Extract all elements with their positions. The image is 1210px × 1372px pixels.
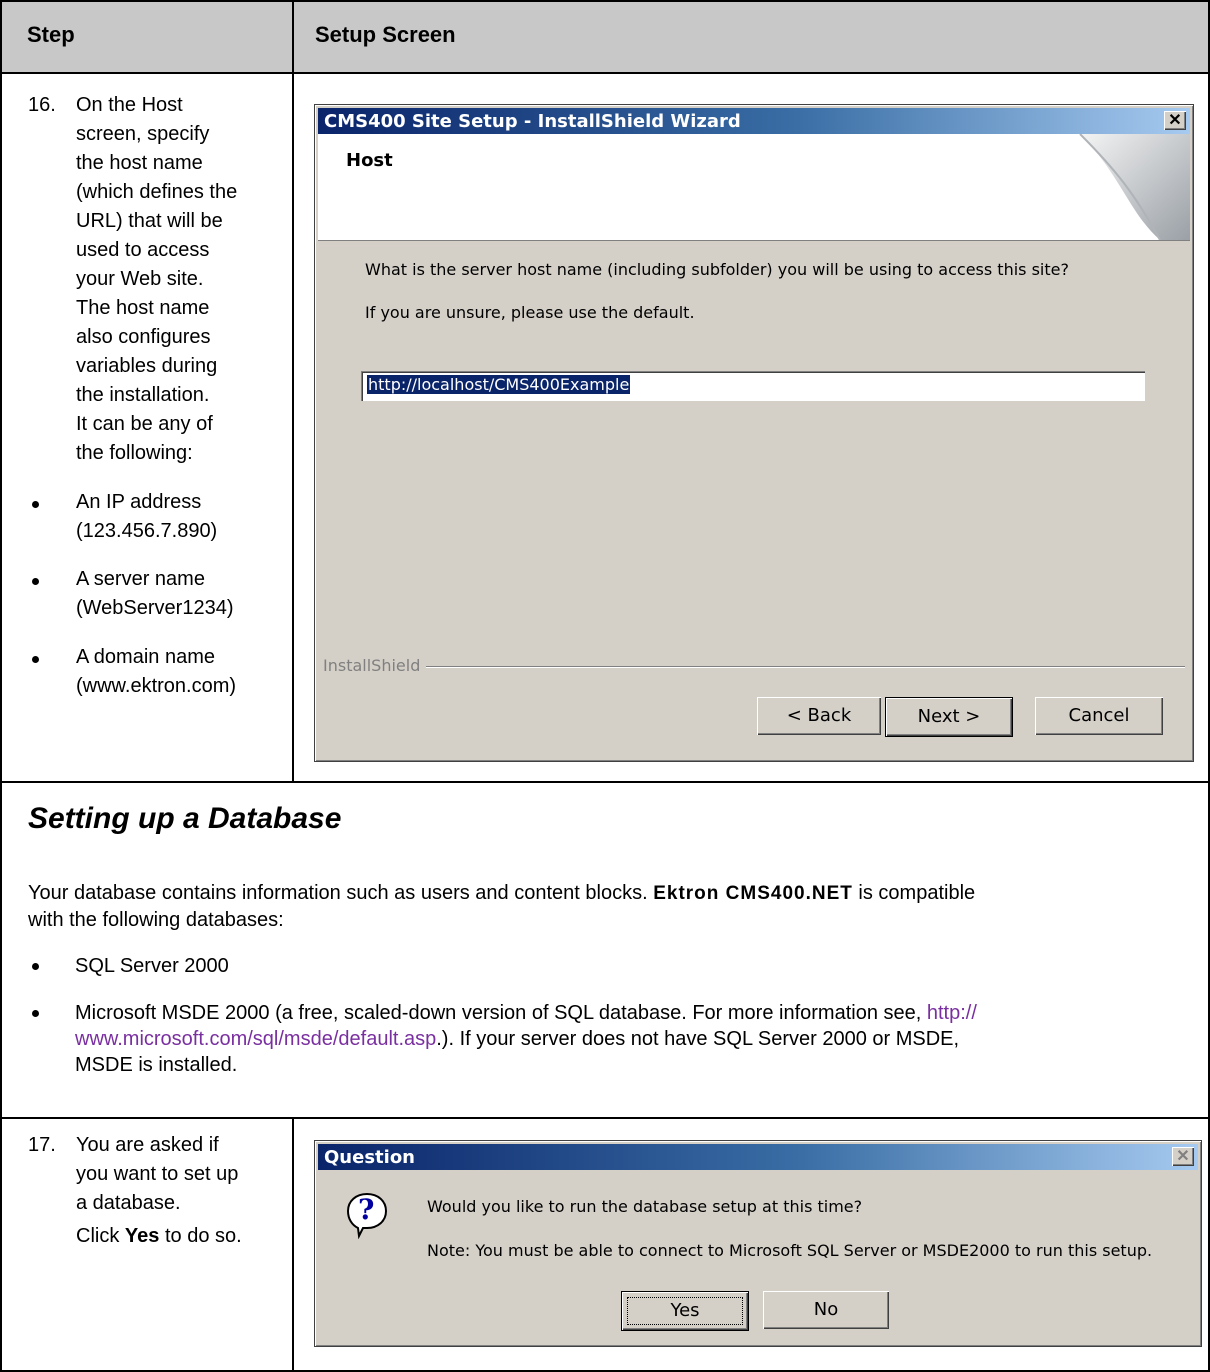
installshield-wizard-dialog: CMS400 Site Setup - InstallShield Wizard…	[314, 104, 1194, 762]
step16-line: It can be any of	[76, 413, 213, 435]
host-name-value: http://localhost/CMS400Example	[367, 375, 631, 394]
table-border-header	[0, 72, 1210, 74]
step16-line: The host name	[76, 297, 210, 319]
section-intro: Your database contains information such …	[28, 880, 1188, 933]
step16-line: variables during	[76, 355, 218, 377]
table-border-section	[0, 1117, 1210, 1119]
bullet-text: SQL Server 2000	[75, 955, 229, 977]
yes-button[interactable]: Yes	[621, 1291, 749, 1331]
db-bullet-sql: SQL Server 2000	[32, 953, 1182, 979]
close-icon[interactable]: ✕	[1172, 1147, 1194, 1166]
step17-line: you want to set up	[76, 1163, 239, 1185]
bullet-line: An IP address	[76, 491, 202, 513]
wizard-titlebar[interactable]: CMS400 Site Setup - InstallShield Wizard…	[318, 108, 1190, 134]
msde-text: .). If your server does not have SQL Ser…	[436, 1028, 960, 1050]
wizard-heading: Host	[346, 150, 393, 171]
bullet-dot-icon	[32, 1010, 39, 1017]
section-title: Setting up a Database	[28, 802, 342, 835]
table-border-row1	[0, 781, 1210, 783]
msde-link[interactable]: www.microsoft.com/sql/msde/default.asp	[75, 1028, 436, 1050]
bullet-line: (123.456.7.890)	[76, 520, 218, 542]
step16-text: On the Host screen, specify the host nam…	[76, 91, 286, 468]
bullet-line: (www.ektron.com)	[76, 675, 237, 697]
bullet-line: A server name	[76, 568, 205, 590]
step16-line: screen, specify	[76, 123, 210, 145]
no-button[interactable]: No	[763, 1291, 889, 1329]
bullet-dot-icon	[32, 501, 39, 508]
header-setup-screen: Setup Screen	[315, 22, 456, 47]
bullet-text: Microsoft MSDE 2000 (a free, scaled-down…	[75, 1000, 1182, 1078]
next-button[interactable]: Next >	[885, 697, 1013, 737]
installshield-label: InstallShield	[323, 656, 427, 675]
step16-number: 16.	[28, 94, 56, 116]
question-title: Question	[324, 1147, 415, 1168]
wizard-banner: Host	[318, 134, 1190, 241]
product-name: Ektron CMS400.NET	[653, 883, 853, 904]
step16-line: the following:	[76, 442, 193, 464]
table-divider-2	[292, 1117, 294, 1372]
step16-line: your Web site.	[76, 268, 204, 290]
db-bullet-msde: Microsoft MSDE 2000 (a free, scaled-down…	[32, 1000, 1182, 1078]
step16-line: the host name	[76, 152, 203, 174]
bullet-text: A domain name (www.ektron.com)	[76, 643, 287, 701]
close-icon[interactable]: ✕	[1164, 111, 1186, 130]
msde-text: Microsoft MSDE 2000 (a free, scaled-down…	[75, 1002, 922, 1024]
bullet-text: An IP address (123.456.7.890)	[76, 488, 287, 546]
msde-line2: www.microsoft.com/sql/msde/default.asp.)…	[75, 1026, 1182, 1052]
step16-line: also configures	[76, 326, 211, 348]
intro-text: Your database contains information such …	[28, 882, 648, 904]
table-border-top	[0, 0, 1210, 2]
question-line2: Note: You must be able to connect to Mic…	[427, 1241, 1153, 1260]
question-line1: Would you like to run the database setup…	[427, 1197, 863, 1216]
question-dialog: Question ✕ ? Would you like to run the d…	[314, 1140, 1202, 1347]
step17-line: You are asked if	[76, 1134, 219, 1156]
bullet-dot-icon	[32, 656, 39, 663]
step16-line: (which defines the	[76, 181, 238, 203]
step16-bullet: An IP address (123.456.7.890)	[32, 488, 287, 546]
bullet-dot-icon	[32, 578, 39, 585]
step16-line: URL) that will be	[76, 210, 223, 232]
click-yes-text: Yes	[124, 1225, 160, 1247]
page-curl-icon	[1079, 134, 1190, 240]
back-button[interactable]: < Back	[757, 697, 881, 735]
section-intro-line2: with the following databases:	[28, 909, 284, 931]
installshield-divider	[425, 666, 1185, 668]
bullet-line: (WebServer1234)	[76, 597, 234, 619]
step16-line: On the Host	[76, 94, 183, 116]
cancel-button[interactable]: Cancel	[1035, 697, 1163, 735]
header-step: Step	[27, 22, 75, 47]
wizard-question: What is the server host name (including …	[365, 260, 1069, 279]
question-icon: ?	[345, 1191, 389, 1240]
wizard-hint: If you are unsure, please use the defaul…	[365, 303, 695, 322]
table-border-left	[0, 0, 2, 1372]
bullet-dot-icon	[32, 963, 39, 970]
bullet-line: A domain name	[76, 646, 215, 668]
click-text: to do so.	[164, 1225, 242, 1247]
intro-text: is compatible	[858, 882, 976, 904]
section-intro-line1: Your database contains information such …	[28, 880, 1188, 907]
step17-click-line: Click Yes to do so.	[76, 1222, 288, 1251]
wizard-title: CMS400 Site Setup - InstallShield Wizard	[324, 111, 741, 132]
question-glyph: ?	[358, 1193, 375, 1226]
bullet-text: A server name (WebServer1234)	[76, 565, 287, 623]
step16-bullet: A domain name (www.ektron.com)	[32, 643, 287, 701]
step16-line: the installation.	[76, 384, 210, 406]
msde-line1: Microsoft MSDE 2000 (a free, scaled-down…	[75, 1000, 1182, 1026]
msde-line3: MSDE is installed.	[75, 1054, 238, 1076]
step17-number: 17.	[28, 1134, 56, 1156]
document-table: Step Setup Screen 16. On the Host screen…	[0, 0, 1210, 1372]
step16-line: used to access	[76, 239, 210, 261]
yes-label: Yes	[670, 1300, 700, 1321]
host-name-input[interactable]: http://localhost/CMS400Example	[361, 371, 1145, 401]
question-titlebar[interactable]: Question ✕	[318, 1144, 1198, 1170]
step17-line: a database.	[76, 1192, 181, 1214]
step17-text: You are asked if you want to set up a da…	[76, 1131, 288, 1251]
step16-bullet: A server name (WebServer1234)	[32, 565, 287, 623]
click-text: Click	[76, 1225, 120, 1247]
msde-link[interactable]: http://	[927, 1002, 977, 1024]
table-divider-1	[292, 0, 294, 783]
